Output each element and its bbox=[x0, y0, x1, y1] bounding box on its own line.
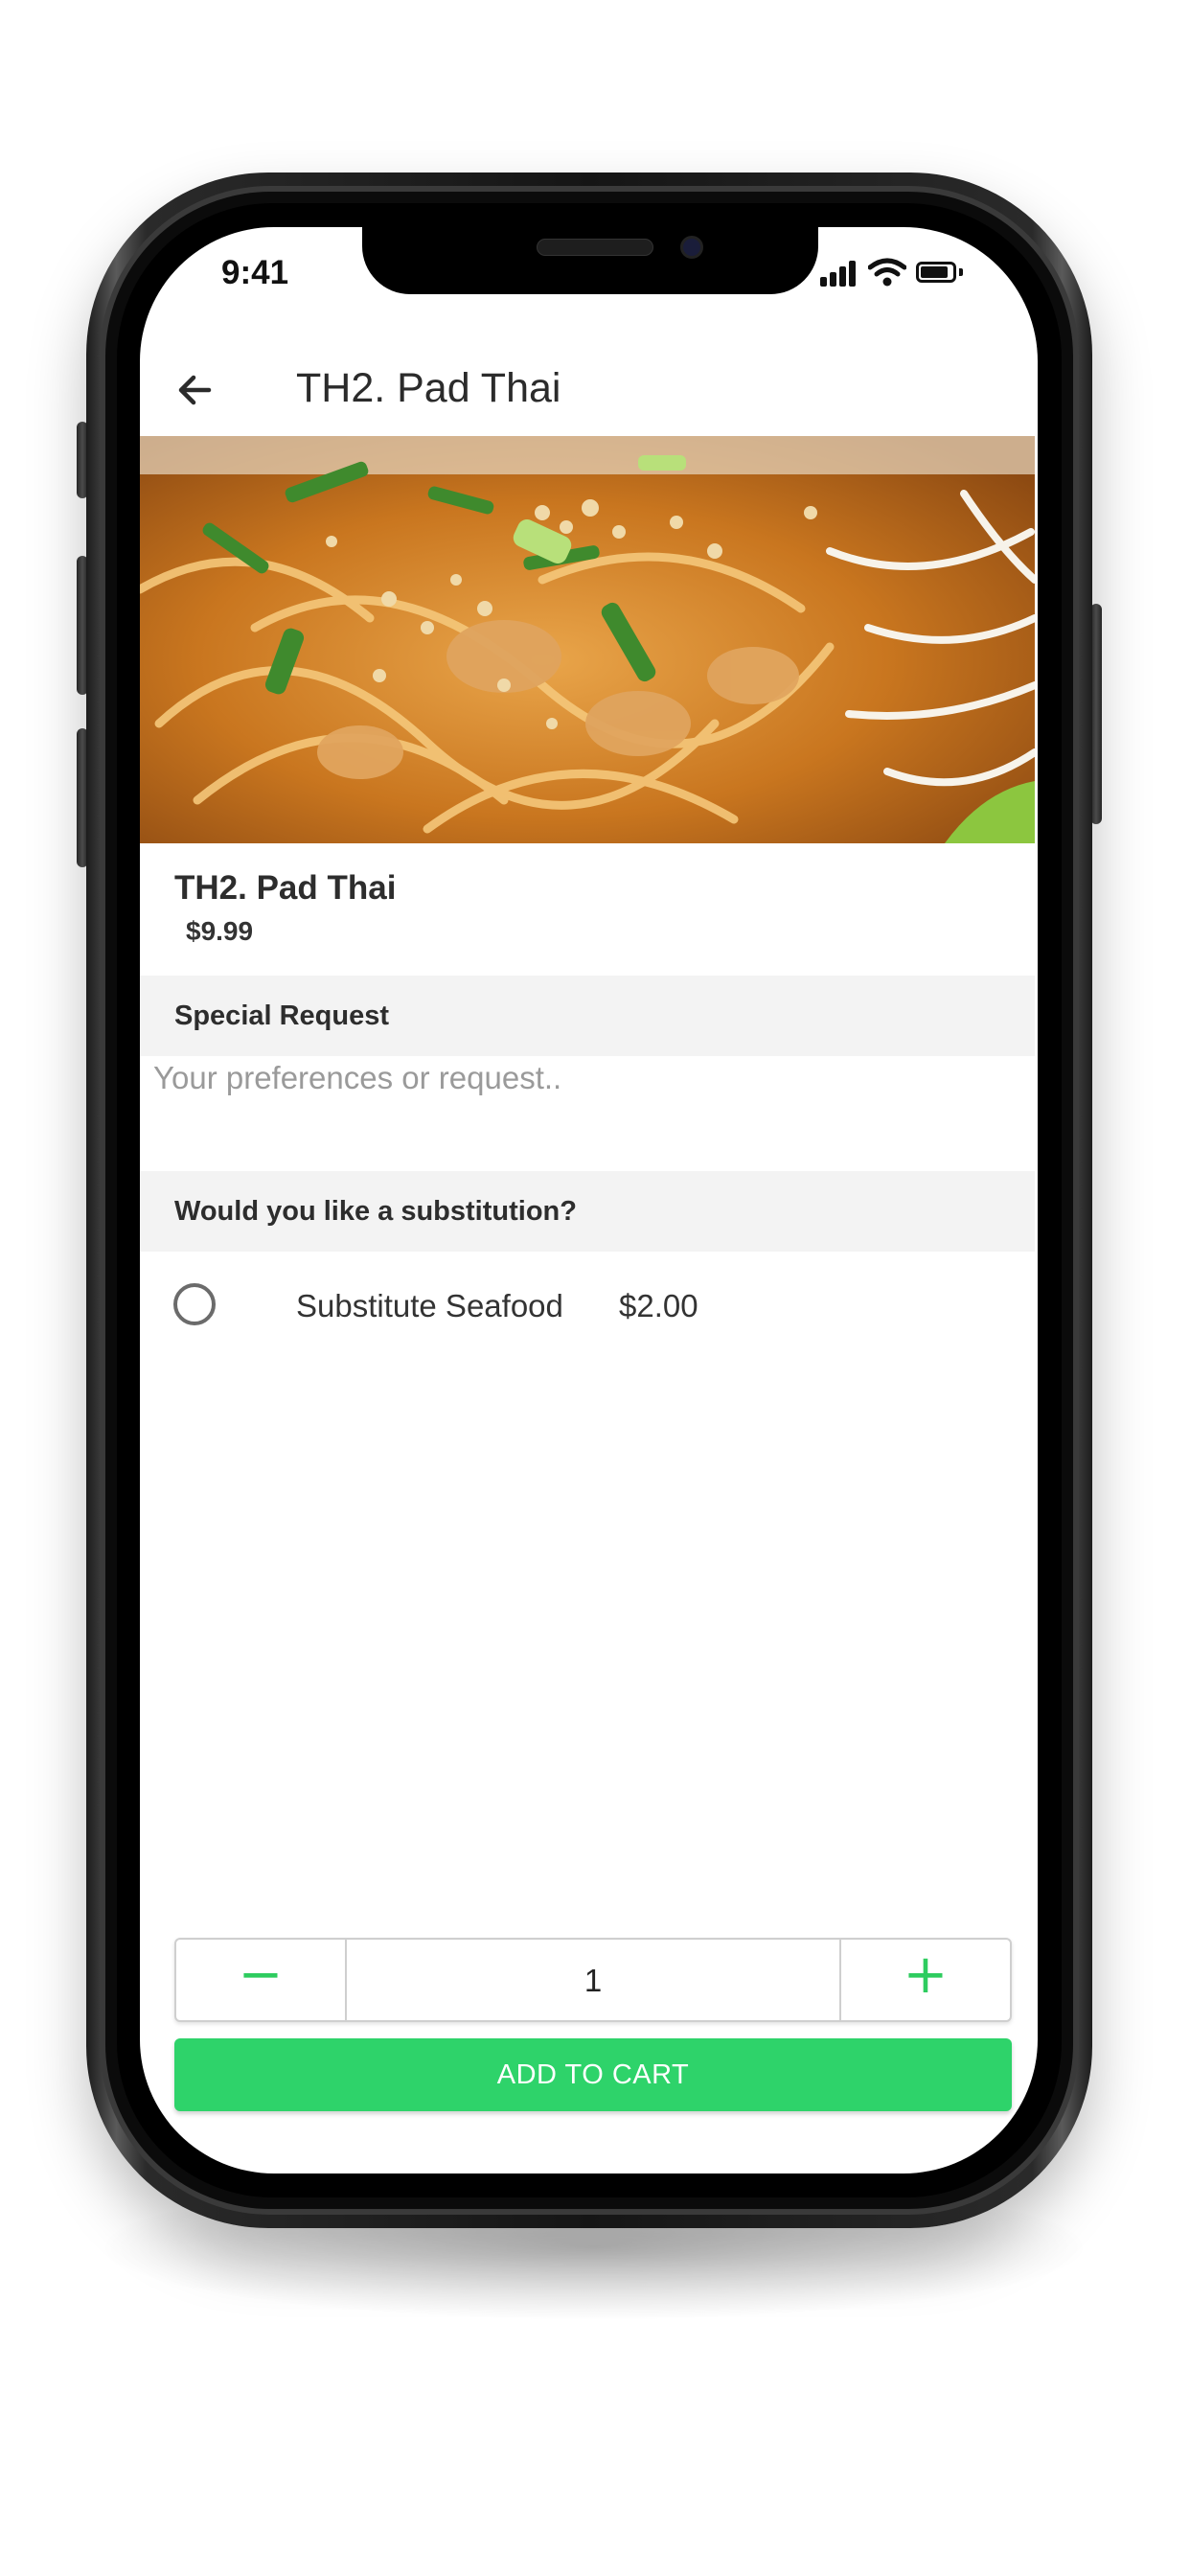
quantity-value: 1 bbox=[584, 1963, 603, 1998]
status-icons bbox=[820, 258, 973, 287]
phone-screen: 9:41 TH2. Pad Thai TH2. Pad Thai $9.99 S… bbox=[140, 227, 1038, 2174]
battery-icon bbox=[916, 262, 956, 283]
section-label: Would you like a substitution? bbox=[174, 1196, 577, 1227]
app-bar: TH2. Pad Thai bbox=[140, 342, 1038, 438]
stage: 9:41 TH2. Pad Thai TH2. Pad Thai $9.99 S… bbox=[0, 0, 1190, 2576]
food-image bbox=[140, 436, 1035, 843]
option-price: $2.00 bbox=[619, 1288, 698, 1323]
speaker-grille bbox=[537, 239, 653, 256]
page-title: TH2. Pad Thai bbox=[296, 365, 561, 411]
item-price: $9.99 bbox=[186, 916, 254, 946]
special-request-input[interactable] bbox=[153, 1040, 1016, 1116]
quantity-stepper: − 1 + bbox=[174, 1938, 1012, 2022]
substitution-option[interactable]: Substitute Seafood $2.00 bbox=[140, 1267, 1035, 1353]
increase-quantity-button[interactable]: + bbox=[839, 1940, 1010, 2020]
minus-icon: − bbox=[238, 1944, 284, 2006]
decrease-quantity-button[interactable]: − bbox=[176, 1940, 347, 2020]
wifi-icon bbox=[868, 258, 906, 287]
option-label: Substitute Seafood bbox=[296, 1288, 563, 1323]
front-camera bbox=[680, 236, 703, 259]
item-name: TH2. Pad Thai bbox=[174, 869, 397, 907]
section-label: Special Request bbox=[174, 1000, 390, 1031]
radio-button[interactable] bbox=[173, 1283, 216, 1325]
notch bbox=[362, 227, 818, 294]
substitution-header: Would you like a substitution? bbox=[140, 1171, 1035, 1252]
status-time: 9:41 bbox=[221, 254, 289, 291]
battery-cap bbox=[959, 268, 963, 276]
add-to-cart-button[interactable]: ADD TO CART bbox=[174, 2038, 1012, 2111]
arrow-left-icon[interactable] bbox=[169, 363, 222, 417]
plus-icon: + bbox=[903, 1944, 949, 2006]
pad-thai-photo bbox=[140, 436, 1035, 843]
